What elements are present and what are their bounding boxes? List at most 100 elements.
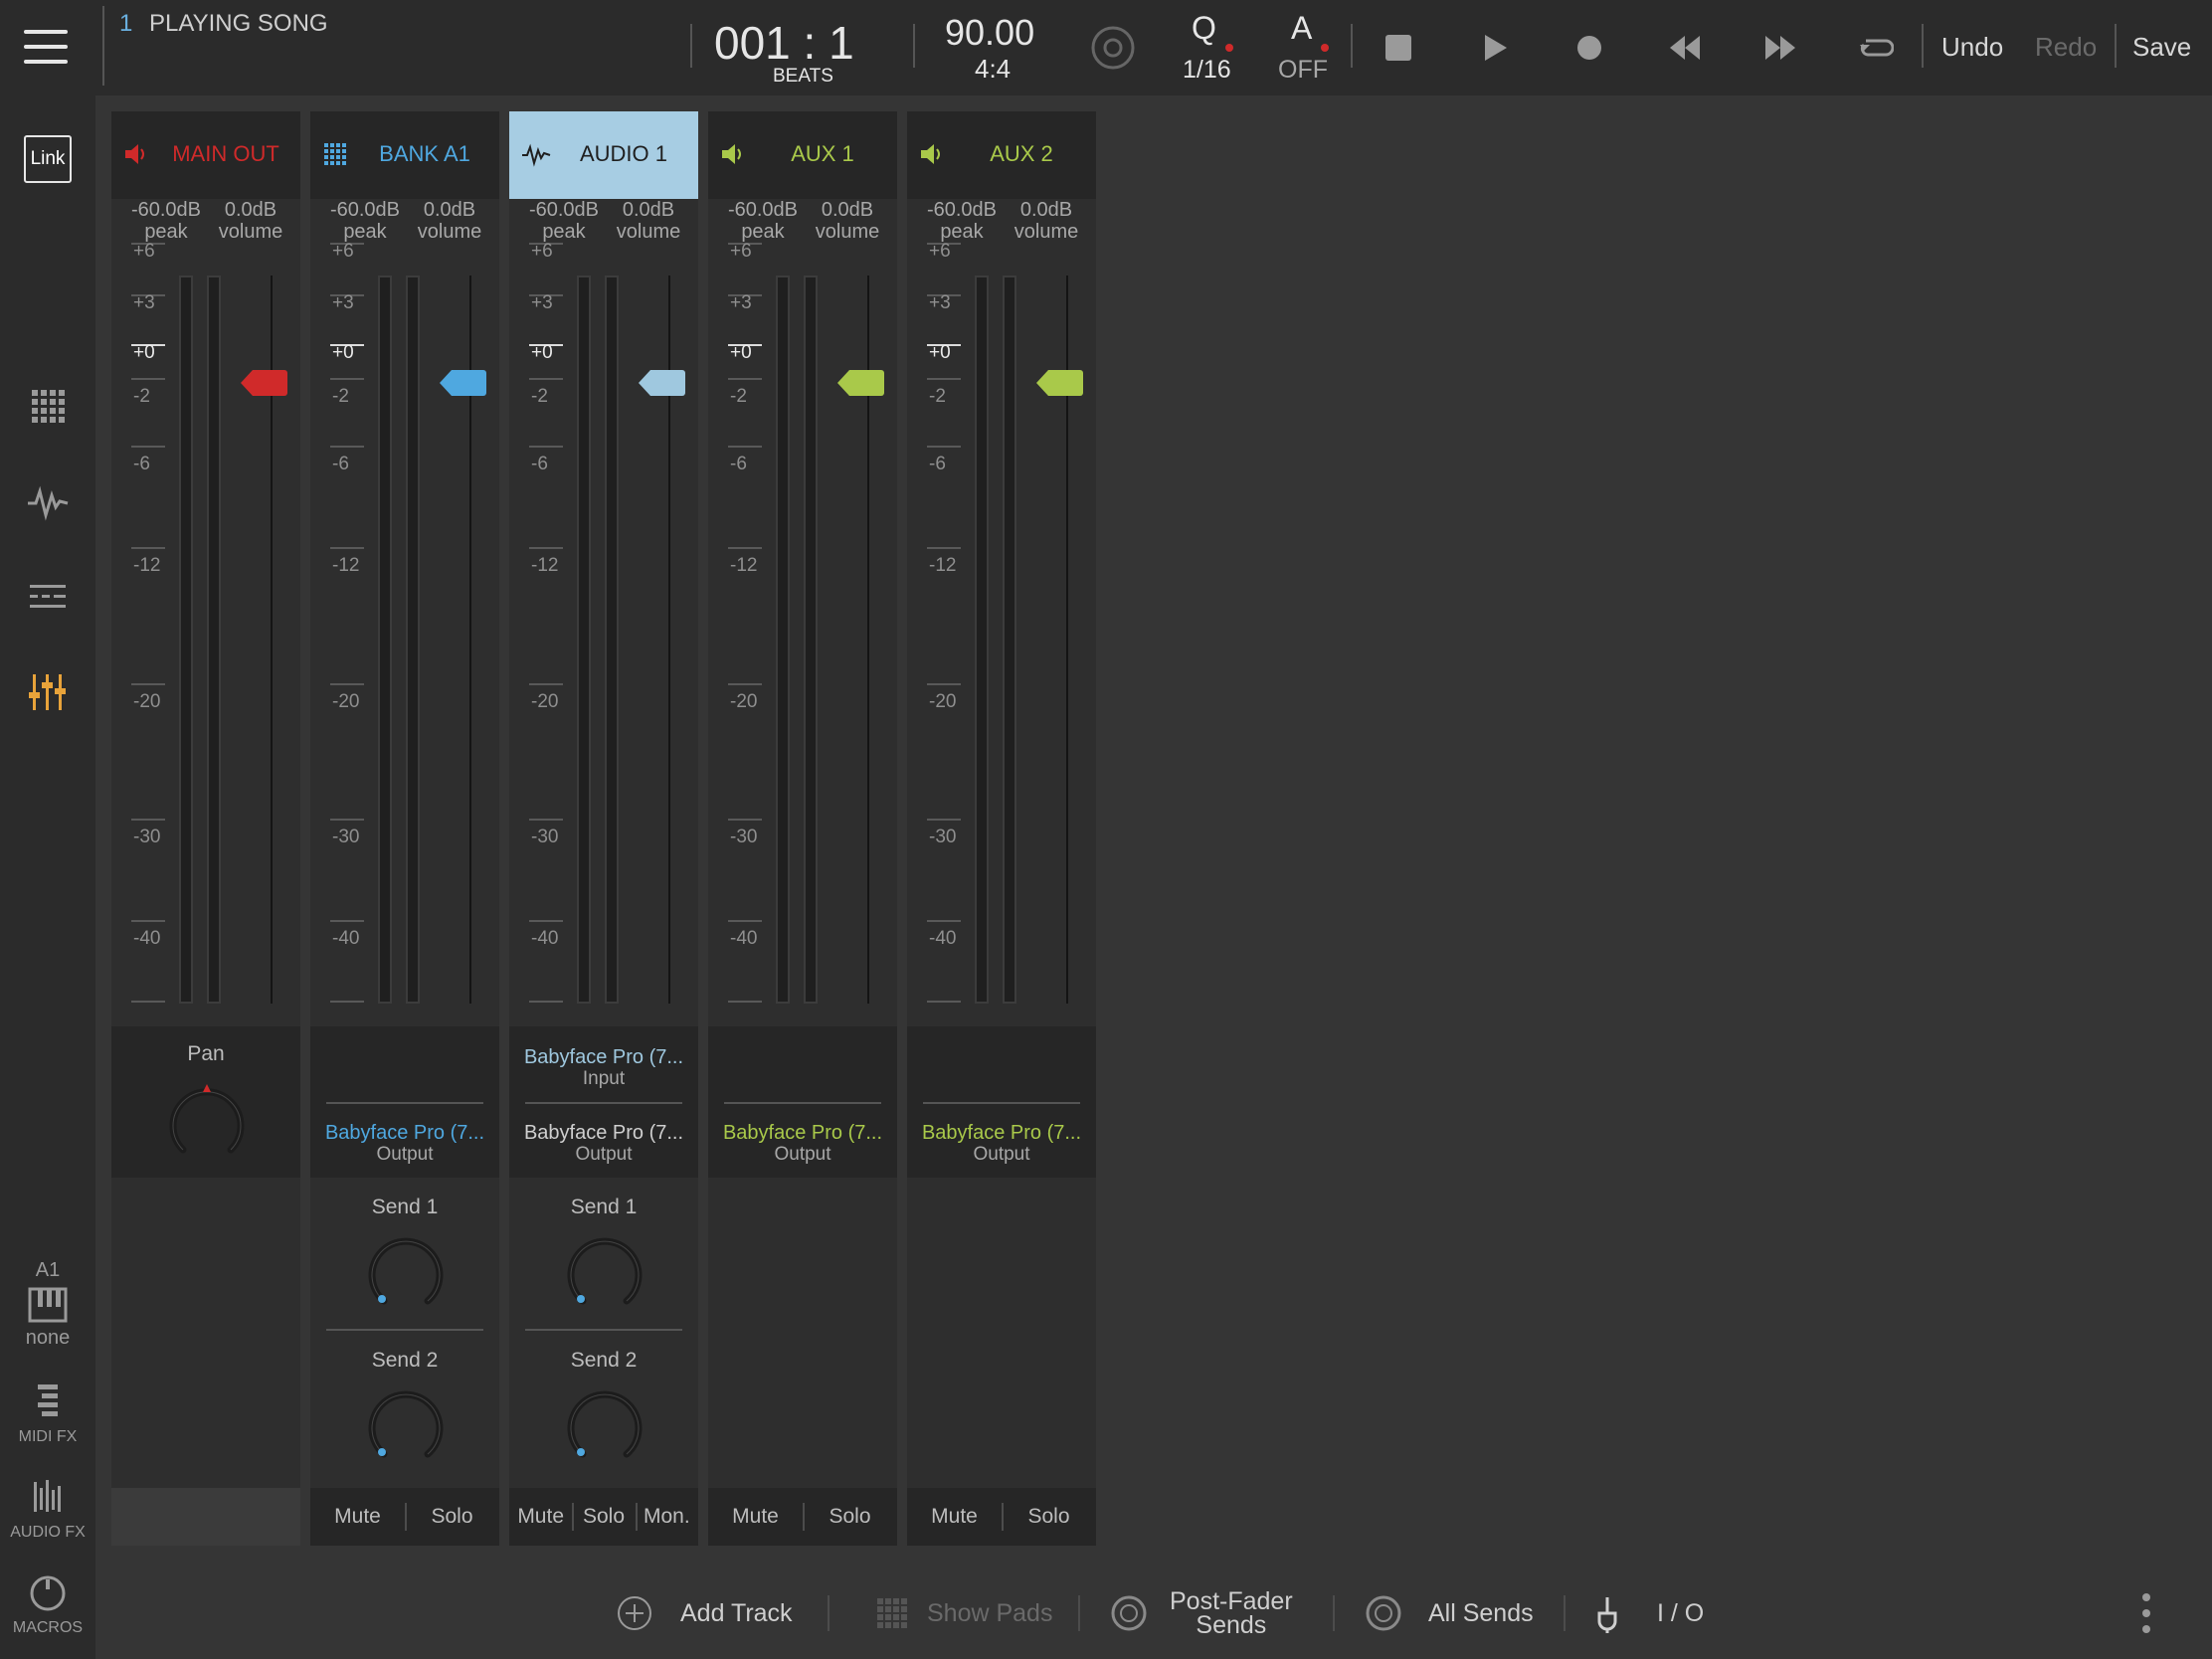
solo-button[interactable]: Solo [405, 1503, 499, 1531]
more-options-icon[interactable] [2136, 1589, 2156, 1637]
undo-button[interactable]: Undo [1941, 32, 2003, 63]
pad-grid-icon [322, 141, 350, 169]
scale-label: -2 [133, 386, 150, 407]
output-device[interactable]: Babyface Pro (7... [509, 1122, 698, 1145]
sequencer-view-icon[interactable] [24, 573, 72, 621]
output-device[interactable]: Babyface Pro (7... [310, 1122, 499, 1145]
scale-tick [927, 819, 961, 821]
level-meter-left [378, 276, 392, 1004]
record-icon[interactable] [1569, 30, 1609, 66]
mute-button[interactable]: Mute [310, 1505, 405, 1529]
scale-label: -12 [730, 555, 758, 576]
divider [913, 24, 915, 68]
solo-button[interactable]: Solo [1002, 1503, 1096, 1531]
mute-button[interactable]: Mute [708, 1505, 803, 1529]
all-sends-button[interactable]: All Sends [1363, 1591, 1534, 1635]
add-track-button[interactable]: Add Track [615, 1591, 793, 1635]
link-button[interactable]: Link [24, 135, 72, 183]
tempo-display[interactable]: 90.00 [945, 12, 1034, 54]
macros-knob-icon[interactable] [24, 1573, 72, 1613]
stop-icon[interactable] [1379, 30, 1418, 66]
redo-button[interactable]: Redo [2035, 32, 2097, 63]
volume-readout: 0.0dB volume [808, 199, 887, 243]
mon-button[interactable]: Mon. [635, 1503, 698, 1531]
quantize-indicator [1225, 44, 1233, 52]
divider [1351, 24, 1353, 68]
divider [525, 1329, 682, 1331]
volume-value: 0.0dB [423, 199, 476, 221]
pan-knob[interactable] [157, 1070, 257, 1170]
play-icon[interactable] [1474, 30, 1514, 66]
mixer-strip: BANK A1 -60.0dB peak 0.0dB volume +6 +3 +0 -2 -6-… [310, 111, 499, 1546]
output-device[interactable]: Babyface Pro (7... [708, 1122, 897, 1145]
save-button[interactable]: Save [2132, 32, 2191, 63]
menu-icon[interactable] [24, 30, 72, 66]
input-device[interactable]: Babyface Pro (7... [509, 1046, 698, 1069]
fast-forward-icon[interactable] [1760, 30, 1800, 66]
mute-button[interactable]: Mute [509, 1505, 572, 1529]
automation-label[interactable]: A [1291, 10, 1312, 47]
metronome-icon[interactable] [1089, 24, 1137, 72]
track-header[interactable]: AUDIO 1 [509, 111, 698, 199]
scale-label: -40 [929, 928, 957, 949]
scale-label: +6 [332, 241, 354, 262]
time-signature[interactable]: 4:4 [975, 54, 1011, 85]
loop-icon[interactable] [1856, 30, 1896, 66]
pan-label: Pan [187, 1042, 225, 1065]
divider [1922, 24, 1924, 68]
speaker-icon [123, 141, 151, 169]
peak-readout: -60.0dB peak [718, 199, 808, 243]
volume-fader-handle[interactable] [1034, 368, 1084, 398]
volume-fader-handle[interactable] [239, 368, 288, 398]
track-name: AUX 1 [791, 141, 854, 166]
volume-fader-handle[interactable] [835, 368, 885, 398]
io-button[interactable]: I / O [1591, 1591, 1704, 1635]
show-pads-button[interactable]: Show Pads [875, 1591, 1052, 1635]
quantize-value[interactable]: 1/16 [1183, 56, 1231, 85]
mixer-view-icon[interactable] [24, 668, 72, 716]
song-title[interactable]: PLAYING SONG [149, 10, 328, 38]
track-header[interactable]: BANK A1 [310, 111, 499, 199]
scale-label: -6 [332, 454, 349, 474]
waveform-view-icon[interactable] [24, 477, 72, 525]
scale-tick [131, 819, 165, 821]
volume-fader-handle[interactable] [637, 368, 686, 398]
scale-tick [728, 1001, 762, 1003]
mixer-strip: MAIN OUT -60.0dB peak 0.0dB volume +6 +3 +0 -2 -6… [111, 111, 300, 1546]
scale-label: -30 [332, 827, 360, 847]
automation-value[interactable]: OFF [1278, 56, 1328, 85]
all-sends-label: All Sends [1428, 1598, 1534, 1627]
rewind-icon[interactable] [1665, 30, 1705, 66]
show-pads-label: Show Pads [927, 1598, 1053, 1627]
send-2-knob[interactable] [356, 1377, 456, 1476]
track-header[interactable]: AUX 2 [907, 111, 1096, 199]
mute-button[interactable]: Mute [907, 1505, 1002, 1529]
volume-fader-handle[interactable] [438, 368, 487, 398]
solo-button[interactable]: Solo [572, 1503, 635, 1531]
position-display[interactable]: 001 : 1 [714, 16, 854, 70]
send-2-knob[interactable] [555, 1377, 654, 1476]
output-device[interactable]: Babyface Pro (7... [907, 1122, 1096, 1145]
scale-label: -6 [730, 454, 747, 474]
peak-value: -60.0dB [926, 199, 998, 221]
post-fader-sends-button[interactable]: Post-Fader Sends [1108, 1589, 1293, 1638]
keyboard-bank: A1 [35, 1259, 61, 1281]
track-header[interactable]: MAIN OUT [111, 111, 300, 199]
input-plug-icon [1597, 1597, 1617, 1633]
output-label: Output [575, 1144, 633, 1165]
audio-fx-icon[interactable] [24, 1476, 72, 1516]
midi-fx-icon[interactable] [24, 1381, 72, 1420]
keyboard-icon[interactable] [24, 1285, 72, 1325]
track-header[interactable]: AUX 1 [708, 111, 897, 199]
send-1-knob[interactable] [555, 1223, 654, 1323]
send-1-knob[interactable] [356, 1223, 456, 1323]
input-label: Input [582, 1068, 626, 1089]
add-track-label: Add Track [680, 1598, 793, 1627]
solo-button[interactable]: Solo [803, 1503, 897, 1531]
divider [690, 24, 692, 68]
scale-tick [728, 819, 762, 821]
pads-view-icon[interactable] [24, 382, 72, 430]
track-button-row: Mute Solo [310, 1488, 499, 1546]
quantize-label[interactable]: Q [1192, 10, 1216, 47]
divider [2115, 24, 2117, 68]
